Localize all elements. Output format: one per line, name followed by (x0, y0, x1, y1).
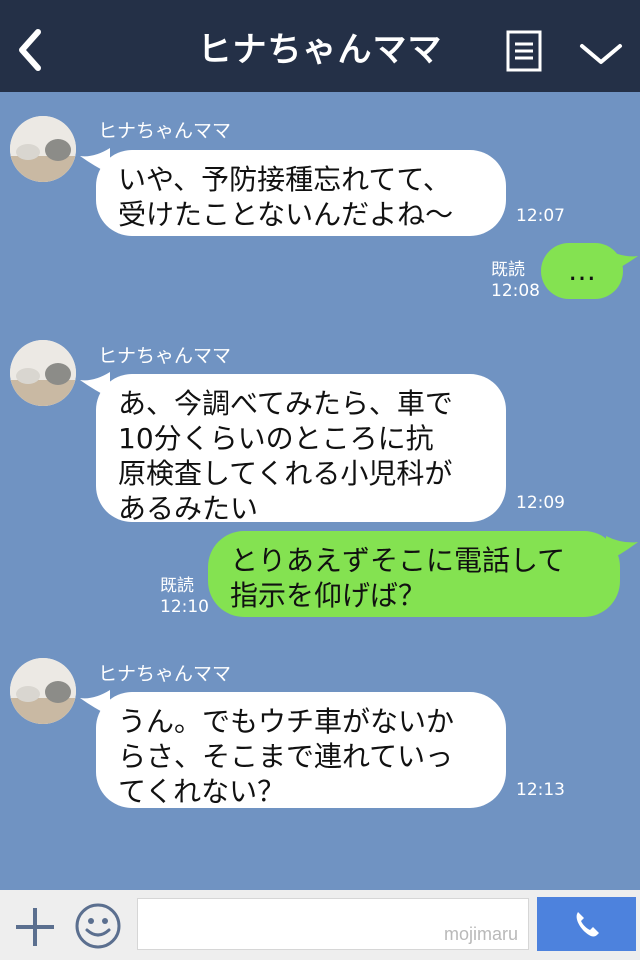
avatar-photo (10, 116, 76, 182)
read-status: 既読 (160, 576, 194, 596)
phone-icon (576, 912, 599, 937)
read-status: 既読 (491, 260, 525, 280)
avatar[interactable] (10, 658, 76, 724)
bubble-tail (608, 250, 638, 274)
chat-header: ヒナちゃんママ (0, 0, 640, 92)
chevron-down-icon (580, 44, 622, 64)
sender-name: ヒナちゃんママ (98, 663, 232, 685)
message-time: 12:13 (516, 780, 565, 800)
message-time: 12:08 (491, 281, 540, 301)
menu-button[interactable] (506, 30, 542, 72)
avatar-photo (10, 340, 76, 406)
message-time: 12:10 (160, 597, 209, 617)
avatar[interactable] (10, 340, 76, 406)
message-bubble[interactable]: とりあえずそこに電話して 指示を仰げば？ (208, 531, 620, 617)
smiley-icon (75, 903, 121, 949)
avatar[interactable] (10, 116, 76, 182)
chat-title: ヒナちゃんママ (197, 30, 443, 70)
call-button[interactable] (537, 897, 636, 951)
sender-name: ヒナちゃんママ (98, 120, 232, 142)
menu-icon (506, 30, 542, 72)
sender-name: ヒナちゃんママ (98, 345, 232, 367)
attach-button[interactable] (14, 906, 56, 948)
emoji-button[interactable] (74, 902, 122, 950)
collapse-button[interactable] (578, 36, 624, 70)
message-time: 12:09 (516, 493, 565, 513)
plus-icon (16, 908, 54, 946)
message-time: 12:07 (516, 206, 565, 226)
bubble-tail (606, 536, 638, 562)
message-bubble[interactable]: いや、予防接種忘れてて、 受けたことないんだよね〜 (96, 150, 506, 236)
message-bubble[interactable]: あ、今調べてみたら、車で 10分くらいのところに抗 原検査してくれる小児科が あ… (96, 374, 506, 525)
avatar-photo (10, 658, 76, 724)
message-input[interactable]: mojimaru (137, 898, 529, 950)
watermark: mojimaru (443, 924, 518, 944)
message-bubble[interactable]: うん。でもウチ車がないか らさ、そこまで連れていっ てくれない？ (96, 692, 506, 808)
